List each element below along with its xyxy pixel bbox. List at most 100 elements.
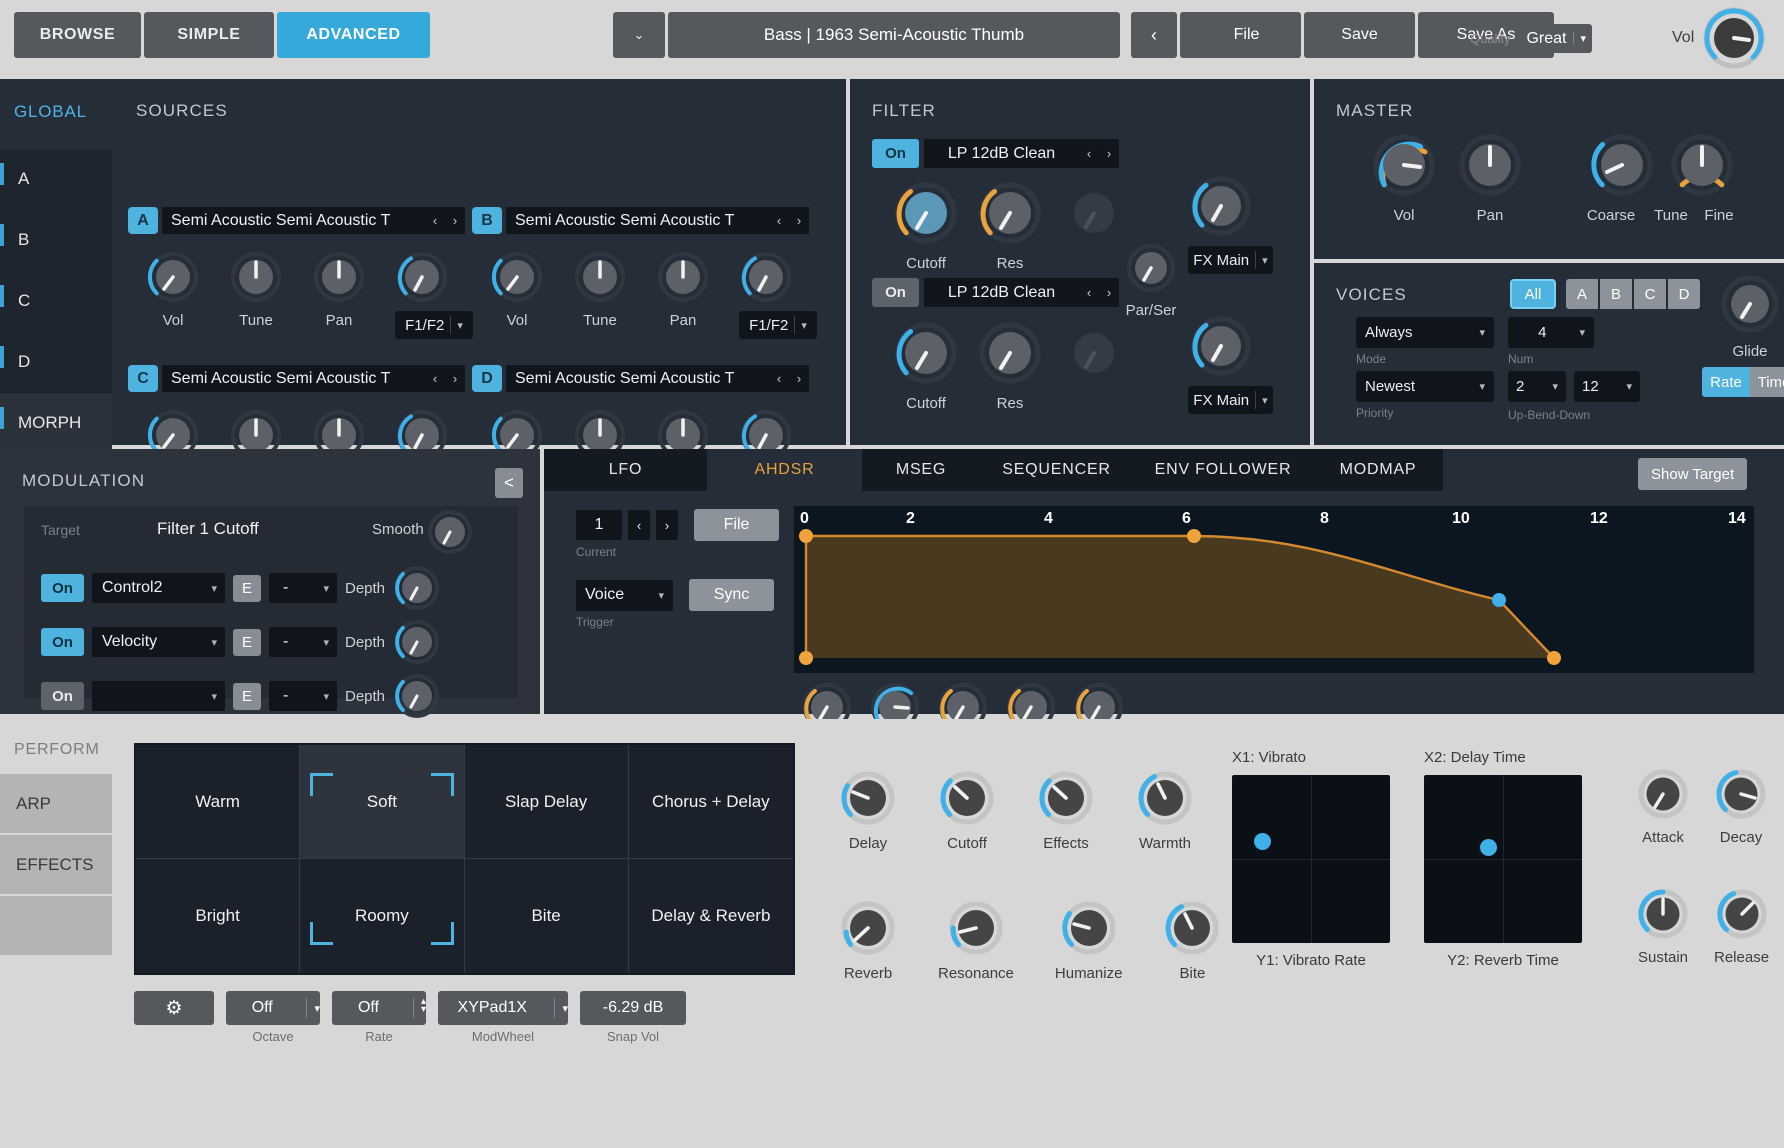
source-c-next[interactable]: › [445, 365, 465, 392]
envelope-prev-button[interactable]: ‹ [628, 510, 650, 540]
mod-row-3-e-button[interactable]: E [233, 682, 261, 710]
envelope-graph[interactable]: 0 2 4 6 8 10 12 14 [794, 506, 1754, 673]
preset-dropdown-button[interactable]: ⌄ [613, 12, 665, 58]
rate-stepper[interactable]: Off ▴ ▾ [332, 991, 426, 1025]
mod-row-3-on-button[interactable]: On [41, 682, 84, 710]
perform-tab-arp[interactable]: ARP [0, 774, 112, 835]
mod-row-3-mod-select[interactable]: - ▾ [269, 681, 337, 711]
mod-row-1-source-select[interactable]: Control2 ▾ [92, 573, 225, 603]
mod-row-1-depth-knob[interactable] [393, 564, 441, 612]
filter-2-next[interactable]: › [1099, 278, 1119, 307]
global-tab-a[interactable]: A [0, 149, 112, 210]
octave-select[interactable]: Off ▾ [226, 991, 320, 1025]
mod-row-3-source-select[interactable]: ▾ [92, 681, 225, 711]
modulation-smooth-knob[interactable] [426, 508, 474, 556]
pad-delay-reverb[interactable]: Delay & Reverb [628, 859, 793, 973]
source-a-tune[interactable]: Tune [229, 250, 283, 339]
filter-1-prev[interactable]: ‹ [1079, 139, 1099, 168]
preset-name-display[interactable]: Bass | 1963 Semi-Acoustic Thumb [668, 12, 1120, 58]
mod-row-2-on-button[interactable]: On [41, 628, 84, 656]
modulation-target-value[interactable]: Filter 1 Cutoff [157, 519, 259, 539]
voices-bend-up-select[interactable]: 2 ▾ [1508, 371, 1566, 402]
source-c-prev[interactable]: ‹ [425, 365, 445, 392]
voices-a-button[interactable]: A [1566, 279, 1598, 309]
filter-1-extra[interactable] [1060, 179, 1128, 272]
filter-2-res[interactable]: Res [976, 319, 1044, 412]
filter-2-prev[interactable]: ‹ [1079, 278, 1099, 307]
master-pan[interactable]: Pan [1456, 131, 1524, 224]
macro-bite[interactable]: Bite [1163, 899, 1221, 982]
source-a-route[interactable]: F1/F2 ▾ [395, 250, 473, 339]
pad-chorus-delay[interactable]: Chorus + Delay [628, 745, 793, 859]
quality-select[interactable]: Great ▾ [1517, 24, 1593, 53]
pad-slap-delay[interactable]: Slap Delay [464, 745, 629, 859]
voices-rate-button[interactable]: Rate [1702, 367, 1750, 397]
filter-1-fx-select[interactable]: FX Main ▾ [1188, 246, 1273, 274]
filter-2-fx-select[interactable]: FX Main ▾ [1188, 386, 1273, 414]
global-tab-c[interactable]: C [0, 271, 112, 332]
macro-humanize[interactable]: Humanize [1055, 899, 1122, 982]
file-button[interactable]: File [1192, 12, 1301, 58]
show-target-button[interactable]: Show Target [1638, 458, 1748, 490]
filter-1-fx[interactable]: FX Main ▾ [1188, 173, 1273, 274]
source-b-chip[interactable]: B [472, 207, 502, 234]
filter-2-fx[interactable]: FX Main ▾ [1188, 313, 1273, 414]
mod-row-2-e-button[interactable]: E [233, 628, 261, 656]
source-a-chip[interactable]: A [128, 207, 158, 234]
voices-c-button[interactable]: C [1634, 279, 1666, 309]
pad-soft[interactable]: Soft [300, 745, 465, 859]
xypad-2[interactable] [1424, 775, 1582, 943]
voices-mode-select[interactable]: Always ▾ [1356, 317, 1494, 348]
source-b-route-select[interactable]: F1/F2 ▾ [739, 311, 817, 339]
perform-attack[interactable]: Attack [1636, 767, 1690, 846]
perform-settings-button[interactable]: ⚙ [134, 991, 214, 1025]
mod-row-2-source-select[interactable]: Velocity ▾ [92, 627, 225, 657]
macro-effects[interactable]: Effects [1037, 769, 1095, 852]
source-a-prev[interactable]: ‹ [425, 207, 445, 234]
global-tab-b[interactable]: B [0, 210, 112, 271]
source-a-vol[interactable]: Vol [146, 250, 200, 339]
mod-row-2-mod-select[interactable]: - ▾ [269, 627, 337, 657]
voices-bend-down-select[interactable]: 12 ▾ [1574, 371, 1640, 402]
global-tab-morph[interactable]: MORPH [0, 393, 112, 454]
filter-1-cutoff[interactable]: Cutoff [892, 179, 960, 272]
source-b-pan[interactable]: Pan [656, 250, 710, 339]
pad-roomy[interactable]: Roomy [300, 859, 465, 973]
filter-1-type[interactable]: LP 12dB Clean [924, 139, 1079, 168]
master-volume-knob[interactable] [1702, 6, 1766, 70]
source-d-next[interactable]: › [789, 365, 809, 392]
voices-time-button[interactable]: Time [1750, 367, 1784, 397]
voices-priority-select[interactable]: Newest ▾ [1356, 371, 1494, 402]
tab-simple[interactable]: SIMPLE [144, 12, 274, 58]
source-a-next[interactable]: › [445, 207, 465, 234]
tab-ahdsr[interactable]: AHDSR [707, 449, 862, 491]
source-b-tune[interactable]: Tune [573, 250, 627, 339]
source-d-prev[interactable]: ‹ [769, 365, 789, 392]
perform-tab-extra[interactable] [0, 896, 112, 957]
macro-reverb[interactable]: Reverb [839, 899, 897, 982]
perform-release[interactable]: Release [1714, 887, 1769, 966]
filter-1-on-button[interactable]: On [872, 139, 919, 168]
filter-par-ser[interactable]: Par/Ser [1125, 242, 1177, 319]
envelope-current-index[interactable]: 1 [576, 510, 622, 540]
global-tab-d[interactable]: D [0, 332, 112, 393]
envelope-next-button[interactable]: › [656, 510, 678, 540]
tab-env-follower[interactable]: ENV FOLLOWER [1133, 449, 1313, 491]
mod-row-1-on-button[interactable]: On [41, 574, 84, 602]
master-fine[interactable] [1668, 131, 1736, 204]
tab-advanced[interactable]: ADVANCED [277, 12, 430, 58]
filter-1-next[interactable]: › [1099, 139, 1119, 168]
perform-decay[interactable]: Decay [1714, 767, 1768, 846]
source-c-chip[interactable]: C [128, 365, 158, 392]
macro-delay[interactable]: Delay [839, 769, 897, 852]
pad-bite[interactable]: Bite [464, 859, 629, 973]
xypad-1[interactable] [1232, 775, 1390, 943]
mod-row-1-e-button[interactable]: E [233, 574, 261, 602]
filter-1-res[interactable]: Res [976, 179, 1044, 272]
source-a-route-select[interactable]: F1/F2 ▾ [395, 311, 473, 339]
filter-2-type[interactable]: LP 12dB Clean [924, 278, 1079, 307]
envelope-trigger-select[interactable]: Voice ▾ [576, 579, 673, 611]
voices-num-select[interactable]: 4 ▾ [1508, 317, 1594, 348]
xypad-1-dot[interactable] [1254, 833, 1271, 850]
voices-d-button[interactable]: D [1668, 279, 1700, 309]
